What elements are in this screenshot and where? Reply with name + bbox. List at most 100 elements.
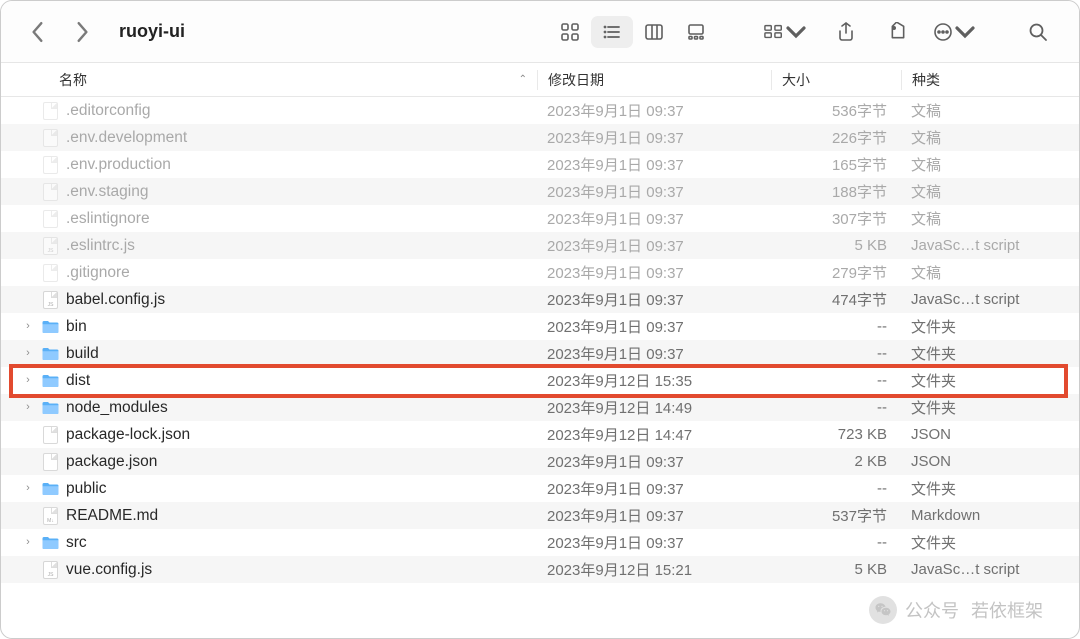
disclosure-triangle-icon[interactable]: › [21,320,35,332]
header-name-label: 名称 [59,70,87,90]
share-button[interactable] [825,16,867,48]
toolbar: ruoyi-ui [1,1,1079,63]
search-button[interactable] [1017,16,1059,48]
disclosure-triangle-icon[interactable]: › [21,482,35,494]
file-name: .env.development [66,129,187,147]
js-file-icon: JS [41,236,60,255]
file-date: 2023年9月1日 09:37 [537,100,771,121]
file-icon [41,182,60,201]
file-kind: 文稿 [901,181,1079,202]
file-name: babel.config.js [66,291,165,309]
tags-button[interactable] [877,16,919,48]
file-size: -- [771,480,901,497]
file-row[interactable]: ›M↓README.md2023年9月1日 09:37537字节Markdown [1,502,1079,529]
view-columns-button[interactable] [633,16,675,48]
folder-icon [41,374,60,388]
file-date: 2023年9月1日 09:37 [537,154,771,175]
file-size: -- [771,345,901,362]
disclosure-triangle-icon[interactable]: › [21,536,35,548]
back-button[interactable] [29,21,47,43]
file-row[interactable]: ›src2023年9月1日 09:37--文件夹 [1,529,1079,556]
view-gallery-button[interactable] [675,16,717,48]
file-date: 2023年9月1日 09:37 [537,505,771,526]
file-kind: 文件夹 [901,397,1079,418]
file-name: vue.config.js [66,561,152,579]
header-size[interactable]: 大小 [771,70,901,90]
folder-icon [41,320,60,334]
view-icons-button[interactable] [549,16,591,48]
folder-icon [41,347,60,361]
file-name: public [66,480,107,498]
file-kind: JavaSc…t script [901,561,1079,578]
action-menu-button[interactable] [929,16,979,48]
view-list-button[interactable] [591,16,633,48]
file-name: .env.production [66,156,171,174]
file-date: 2023年9月12日 15:35 [537,370,771,391]
nav-arrows [29,21,91,43]
file-size: 226字节 [771,127,901,148]
file-kind: JavaSc…t script [901,291,1079,308]
file-row[interactable]: ›node_modules2023年9月12日 14:49--文件夹 [1,394,1079,421]
file-row[interactable]: ›JS.eslintrc.js2023年9月1日 09:375 KBJavaSc… [1,232,1079,259]
file-name: dist [66,372,90,390]
file-size: 536字节 [771,100,901,121]
file-row[interactable]: ›.editorconfig2023年9月1日 09:37536字节文稿 [1,97,1079,124]
file-date: 2023年9月1日 09:37 [537,181,771,202]
file-date: 2023年9月12日 14:49 [537,397,771,418]
file-size: 2 KB [771,453,901,470]
file-icon [41,128,60,147]
disclosure-triangle-icon[interactable]: › [21,374,35,386]
file-name: package.json [66,453,157,471]
file-row[interactable]: ›.env.staging2023年9月1日 09:37188字节文稿 [1,178,1079,205]
file-icon [41,425,60,444]
file-icon [41,101,60,120]
file-name: node_modules [66,399,168,417]
file-kind: JSON [901,426,1079,443]
group-by-button[interactable] [755,16,815,48]
file-kind: JavaSc…t script [901,237,1079,254]
file-row[interactable]: ›JSvue.config.js2023年9月12日 15:215 KBJava… [1,556,1079,583]
file-row[interactable]: ›.env.development2023年9月1日 09:37226字节文稿 [1,124,1079,151]
file-kind: 文件夹 [901,316,1079,337]
file-kind: 文件夹 [901,478,1079,499]
file-name: .eslintignore [66,210,150,228]
file-list: ›.editorconfig2023年9月1日 09:37536字节文稿›.en… [1,97,1079,583]
file-date: 2023年9月1日 09:37 [537,316,771,337]
file-row[interactable]: ›package.json2023年9月1日 09:372 KBJSON [1,448,1079,475]
file-row[interactable]: ›.eslintignore2023年9月1日 09:37307字节文稿 [1,205,1079,232]
header-name[interactable]: 名称 ⌃ [1,70,537,90]
file-kind: 文件夹 [901,532,1079,553]
file-icon [41,263,60,282]
forward-button[interactable] [73,21,91,43]
file-icon [41,209,60,228]
file-date: 2023年9月12日 15:21 [537,559,771,580]
disclosure-triangle-icon[interactable]: › [21,347,35,359]
file-date: 2023年9月1日 09:37 [537,208,771,229]
file-kind: 文稿 [901,154,1079,175]
file-row[interactable]: ›bin2023年9月1日 09:37--文件夹 [1,313,1079,340]
disclosure-triangle-icon[interactable]: › [21,401,35,413]
header-kind[interactable]: 种类 [901,70,1079,90]
file-size: 474字节 [771,289,901,310]
file-date: 2023年9月1日 09:37 [537,262,771,283]
js-file-icon: JS [41,560,60,579]
file-row[interactable]: ›.env.production2023年9月1日 09:37165字节文稿 [1,151,1079,178]
file-row[interactable]: ›dist2023年9月12日 15:35--文件夹 [1,367,1079,394]
file-size: 307字节 [771,208,901,229]
watermark-brand: 若依框架 [971,597,1043,623]
file-row[interactable]: ›.gitignore2023年9月1日 09:37279字节文稿 [1,259,1079,286]
file-date: 2023年9月1日 09:37 [537,343,771,364]
markdown-file-icon: M↓ [41,506,60,525]
file-kind: 文件夹 [901,370,1079,391]
file-row[interactable]: ›public2023年9月1日 09:37--文件夹 [1,475,1079,502]
file-row[interactable]: ›build2023年9月1日 09:37--文件夹 [1,340,1079,367]
file-row[interactable]: ›JSbabel.config.js2023年9月1日 09:37474字节Ja… [1,286,1079,313]
file-name: package-lock.json [66,426,190,444]
folder-icon [41,401,60,415]
header-date[interactable]: 修改日期 [537,70,771,90]
file-icon [41,155,60,174]
file-kind: 文稿 [901,262,1079,283]
js-file-icon: JS [41,290,60,309]
file-row[interactable]: ›package-lock.json2023年9月12日 14:47723 KB… [1,421,1079,448]
file-icon [41,452,60,471]
